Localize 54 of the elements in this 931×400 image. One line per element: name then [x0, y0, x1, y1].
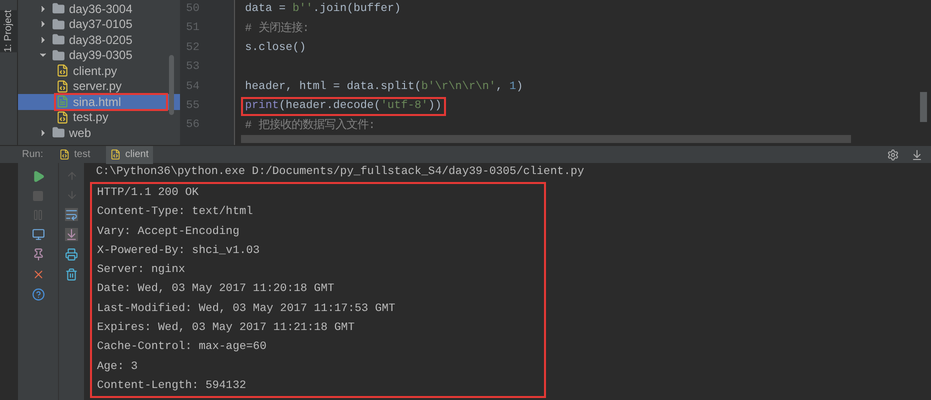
console-output-line: X-Powered-By: shci_v1.03 [97, 244, 260, 257]
console-output-line: Vary: Accept-Encoding [97, 226, 240, 238]
console-output-line: Cache-Control: max-age=60 [97, 341, 266, 354]
folder-icon [52, 33, 65, 46]
console-output-line: HTTP/1.1 200 OK [97, 187, 199, 199]
run-label: Run: [22, 148, 44, 162]
console-output-line: Date: Wed, 03 May 2017 11:20:18 GMT [97, 283, 334, 296]
python-file-icon [56, 80, 69, 93]
tree-item-label[interactable]: day38-0205 [69, 30, 132, 49]
settings-icon[interactable] [887, 148, 899, 160]
close-icon[interactable] [32, 268, 44, 281]
hide-panel-icon[interactable] [911, 148, 923, 160]
scrollbar-thumb[interactable] [169, 55, 174, 115]
code-line: # 把接收的数据写入文件: [244, 118, 376, 134]
run-tab[interactable]: client [106, 146, 153, 164]
trash-icon[interactable] [65, 268, 78, 281]
console-output-line: Content-Length: 594132 [97, 380, 246, 392]
tree-item-label[interactable]: day39-0305 [69, 46, 132, 64]
code-line: s.close() [244, 40, 308, 56]
code-line: # 关闭连接: [244, 20, 310, 37]
pin-icon[interactable] [32, 248, 44, 261]
python-file-icon [110, 149, 122, 160]
folder-icon [52, 48, 65, 62]
console-command: C:\Python36\python.exe D:/Documents/py_fullstack_S4/day39-0305/client.py [96, 166, 584, 178]
html-file-icon [56, 95, 69, 108]
folder-icon [52, 18, 65, 31]
code-line: header, html = data.split(b'\r\n\r\n', 1) [244, 80, 524, 95]
run-tab[interactable]: test [55, 146, 94, 164]
print-icon[interactable] [65, 248, 78, 261]
python-file-icon [56, 64, 69, 78]
help-icon[interactable] [32, 288, 44, 301]
tree-item-label[interactable]: server.py [73, 77, 122, 96]
soft-wrap-icon[interactable] [65, 208, 78, 221]
folder-icon [52, 126, 65, 140]
python-file-icon [59, 149, 70, 160]
console-output-line: Server: nginx [97, 264, 186, 276]
vertical-scrollbar[interactable] [920, 92, 927, 122]
tree-item-label[interactable]: day36-3004 [69, 0, 132, 18]
project-side-tab[interactable]: 1: Project [0, 10, 20, 52]
console-output-line: Age: 3 [97, 360, 138, 373]
run-icon[interactable] [32, 170, 44, 183]
folder-icon [52, 2, 65, 16]
horizontal-scrollbar[interactable] [241, 135, 851, 143]
console-output-line: Last-Modified: Wed, 03 May 2017 11:17:53 GMT [97, 302, 396, 315]
code-line: data = b''.join(buffer) [244, 2, 402, 18]
python-file-icon [56, 110, 69, 124]
monitor-icon[interactable] [32, 228, 44, 241]
tree-item-label[interactable]: client.py [73, 62, 118, 80]
console-output-line: Expires: Wed, 03 May 2017 11:21:18 GMT [97, 322, 355, 334]
console-output-line: Content-Type: text/html [97, 206, 253, 218]
tree-item-label[interactable]: day37-0105 [69, 15, 132, 34]
tree-item-label[interactable]: web [69, 124, 92, 142]
scroll-to-end-icon[interactable] [65, 228, 78, 241]
tree-item-label[interactable]: test.py [73, 108, 108, 126]
